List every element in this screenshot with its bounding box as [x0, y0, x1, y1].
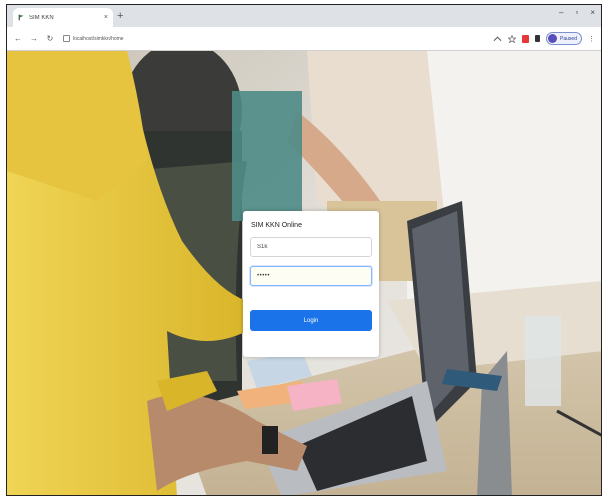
toolbar-actions: Paused ⋮	[493, 32, 595, 45]
profile-label: Paused	[560, 35, 577, 42]
browser-toolbar: ← → ↻ localhost/simkkn/home Paused ⋮	[7, 27, 601, 51]
reload-button[interactable]: ↻	[45, 34, 55, 43]
extension-icon[interactable]	[522, 34, 530, 43]
minimize-button[interactable]: –	[559, 8, 563, 17]
browser-window: SIM KKN × + – ▫ × ← → ↻ localhost/simkkn…	[6, 4, 602, 496]
login-card: SIM KKN Online Login	[243, 211, 379, 357]
new-tab-button[interactable]: +	[117, 9, 123, 23]
password-input[interactable]	[250, 266, 372, 286]
back-button[interactable]: ←	[13, 34, 23, 43]
puzzle-icon[interactable]	[535, 35, 541, 42]
tab-strip: SIM KKN × + – ▫ ×	[7, 5, 601, 27]
close-window-button[interactable]: ×	[590, 8, 595, 17]
flag-favicon-icon	[18, 14, 24, 21]
menu-icon[interactable]: ⋮	[588, 35, 595, 43]
login-button[interactable]: Login	[250, 310, 372, 331]
star-icon[interactable]	[508, 34, 517, 43]
forward-button[interactable]: →	[29, 34, 39, 43]
lock-icon	[63, 35, 70, 42]
share-icon[interactable]	[493, 35, 502, 43]
avatar	[548, 34, 558, 43]
tab-title: SIM KKN	[29, 14, 54, 21]
tab-simkkn[interactable]: SIM KKN ×	[13, 8, 113, 27]
username-input[interactable]	[250, 237, 372, 257]
maximize-button[interactable]: ▫	[575, 8, 578, 17]
address-bar[interactable]: localhost/simkkn/home	[63, 35, 124, 42]
address-text: localhost/simkkn/home	[73, 35, 124, 42]
profile-button[interactable]: Paused	[546, 32, 582, 45]
page-content: SIM KKN Online Login	[7, 51, 601, 495]
login-title: SIM KKN Online	[251, 222, 302, 229]
tab-close-icon[interactable]: ×	[104, 14, 108, 21]
window-controls: – ▫ ×	[559, 8, 595, 17]
